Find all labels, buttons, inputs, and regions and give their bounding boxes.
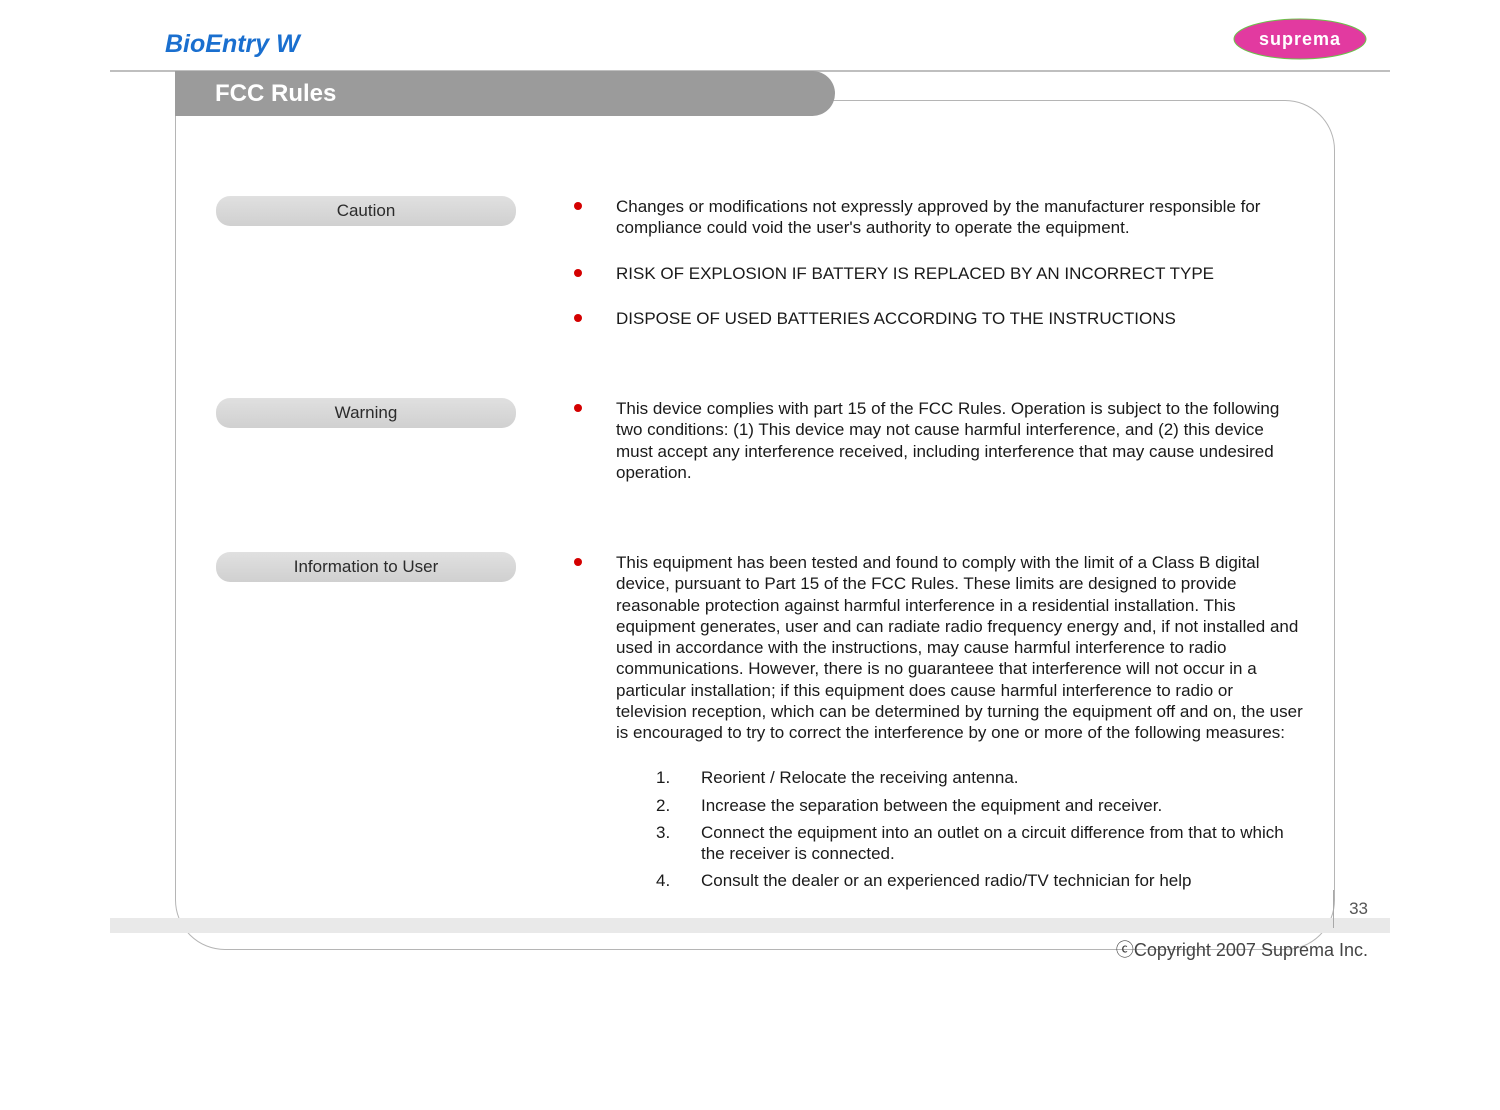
info-content: This equipment has been tested and found… bbox=[556, 552, 1304, 916]
section-title-tab: FCC Rules bbox=[175, 71, 835, 116]
svg-text:suprema: suprema bbox=[1259, 29, 1341, 49]
info-step: Connect the equipment into an outlet on … bbox=[646, 822, 1304, 865]
warning-label: Warning bbox=[216, 398, 516, 428]
warning-bullet: This device complies with part 15 of the… bbox=[556, 398, 1304, 483]
brand-logo: suprema bbox=[1230, 15, 1370, 63]
body-area: Caution Changes or modifications not exp… bbox=[176, 141, 1334, 916]
page-number: 33 bbox=[1333, 890, 1368, 928]
caution-content: Changes or modifications not expressly a… bbox=[556, 196, 1304, 353]
info-step: Increase the separation between the equi… bbox=[646, 795, 1304, 816]
caution-label: Caution bbox=[216, 196, 516, 226]
warning-content: This device complies with part 15 of the… bbox=[556, 398, 1304, 507]
page-header: BioEntry W suprema bbox=[110, 10, 1390, 70]
page-footer: 33 ⓒCopyright 2007 Suprema Inc. bbox=[110, 918, 1390, 970]
caution-bullet: DISPOSE OF USED BATTERIES ACCORDING TO T… bbox=[556, 308, 1304, 329]
copyright-text: ⓒCopyright 2007 Suprema Inc. bbox=[1116, 936, 1368, 962]
info-step: Consult the dealer or an experienced rad… bbox=[646, 870, 1304, 891]
info-row: Information to User This equipment has b… bbox=[216, 552, 1304, 916]
info-step: Reorient / Relocate the receiving antenn… bbox=[646, 767, 1304, 788]
document-page: BioEntry W suprema FCC Rules Caution Cha… bbox=[110, 10, 1390, 970]
info-bullet: This equipment has been tested and found… bbox=[556, 552, 1304, 892]
content-frame: FCC Rules Caution Changes or modificatio… bbox=[175, 100, 1335, 950]
caution-row: Caution Changes or modifications not exp… bbox=[216, 196, 1304, 353]
info-bullet-text: This equipment has been tested and found… bbox=[616, 553, 1303, 742]
product-title: BioEntry W bbox=[165, 30, 300, 58]
caution-bullet: RISK OF EXPLOSION IF BATTERY IS REPLACED… bbox=[556, 263, 1304, 284]
footer-bar bbox=[110, 918, 1390, 933]
info-label: Information to User bbox=[216, 552, 516, 582]
warning-row: Warning This device complies with part 1… bbox=[216, 398, 1304, 507]
caution-bullet: Changes or modifications not expressly a… bbox=[556, 196, 1304, 239]
